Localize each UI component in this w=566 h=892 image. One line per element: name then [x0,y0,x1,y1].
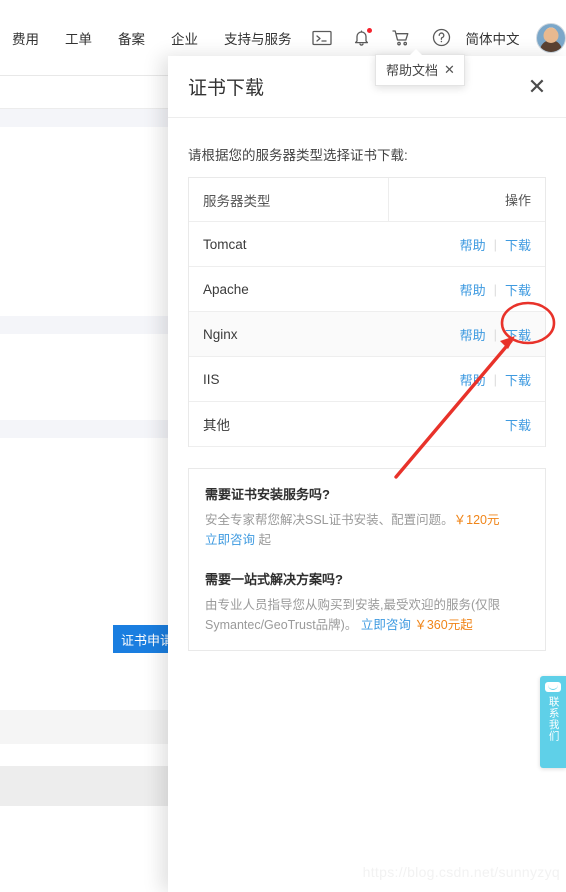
action-separator: | [493,281,497,297]
page-title: 证书下载 [188,78,265,99]
help-icon[interactable] [432,28,452,48]
cell-actions: 帮助 | 下载 [389,370,545,389]
cell-actions: 帮助 | 下载 [389,325,545,344]
cell-server-type: 其他 [203,418,230,433]
consult-now-link[interactable]: 立即咨询 [361,618,411,632]
console-icon[interactable] [311,28,332,48]
cart-icon[interactable] [392,28,412,48]
certificate-download-modal: 证书下载 ✕ 请根据您的服务器类型选择证书下载: 服务器类型 操作 Tomcat… [168,56,566,892]
contact-us-widget[interactable]: 联系我们 [540,676,566,768]
help-doc-tooltip: 帮助文档 ✕ [375,49,465,86]
cell-server-type: Apache [203,281,249,297]
download-link-nginx[interactable]: 下载 [505,325,531,344]
cell-server-type: Tomcat [203,236,247,252]
nav-item-icp[interactable]: 备案 [118,28,145,48]
table-row[interactable]: IIS 帮助 | 下载 [189,357,545,402]
chat-icon [545,682,561,692]
table-row[interactable]: Tomcat 帮助 | 下载 [189,222,545,267]
cell-actions: 帮助 | 下载 [389,235,545,254]
promo-description: 安全专家帮您解决SSL证书安装、配置问题。 [205,513,454,527]
nav-item-enterprise[interactable]: 企业 [171,28,198,48]
language-selector[interactable]: 简体中文 [466,28,520,48]
download-link[interactable]: 下载 [505,235,531,254]
column-header-action: 操作 [504,193,531,208]
promo-text: 安全专家帮您解决SSL证书安装、配置问题。￥120元 立即咨询 起 [205,510,529,551]
watermark: https://blog.csdn.net/sunnyzyq [362,864,560,880]
action-separator: | [493,326,497,342]
download-link[interactable]: 下载 [505,280,531,299]
nav-icon-group [311,27,452,48]
action-separator: | [493,371,497,387]
promo-suffix: 起 [258,533,272,548]
promo-title: 需要一站式解决方案吗? [205,571,343,587]
consult-now-link[interactable]: 立即咨询 [205,533,255,547]
app-root: 证书申请 详情 升级 部署 ⌄ | 下 费用 工单 备案 企业 支持与服务 [0,0,566,892]
promo-price: ￥360元起 [414,617,473,632]
nav-item-support[interactable]: 支持与服务 [224,28,292,48]
promo-one-stop-solution: 需要一站式解决方案吗? 由专业人员指导您从购买到安装,最受欢迎的服务(仅限Sym… [205,569,529,636]
promo-install-service: 需要证书安装服务吗? 安全专家帮您解决SSL证书安装、配置问题。￥120元 立即… [205,484,529,551]
promo-title: 需要证书安装服务吗? [205,487,330,502]
modal-header: 证书下载 ✕ [168,56,566,118]
column-header-server-type: 服务器类型 [189,178,389,221]
promo-price: ￥120元 [453,513,500,527]
help-link[interactable]: 帮助 [460,280,486,299]
table-row[interactable]: 其他 下载 [189,402,545,447]
help-link[interactable]: 帮助 [460,325,486,344]
help-link[interactable]: 帮助 [460,235,486,254]
avatar[interactable] [535,22,566,53]
bell-icon[interactable] [352,27,372,48]
instruction-text: 请根据您的服务器类型选择证书下载: [188,148,408,163]
close-icon[interactable]: ✕ [522,72,552,102]
cell-server-type: IIS [203,371,220,387]
promo-text: 由专业人员指导您从购买到安装,最受欢迎的服务(仅限Symantec/GeoTru… [205,595,529,636]
download-link[interactable]: 下载 [505,415,531,434]
action-separator: | [493,236,497,252]
table-row[interactable]: Apache 帮助 | 下载 [189,267,545,312]
server-type-table: 服务器类型 操作 Tomcat 帮助 | 下载 Apache 帮助 | 下载 N… [188,177,546,447]
nav-item-tickets[interactable]: 工单 [65,28,92,48]
tooltip-close-icon[interactable]: ✕ [444,63,455,76]
nav-item-fees[interactable]: 费用 [12,28,39,48]
promo-panel: 需要证书安装服务吗? 安全专家帮您解决SSL证书安装、配置问题。￥120元 立即… [188,468,546,651]
cell-actions: 帮助 | 下载 [389,280,545,299]
help-link[interactable]: 帮助 [460,370,486,389]
notification-dot [366,27,372,33]
table-header-row: 服务器类型 操作 [189,178,545,222]
nav-menu: 费用 工单 备案 企业 支持与服务 [0,28,292,48]
tooltip-label: 帮助文档 [386,63,439,78]
download-link[interactable]: 下载 [505,370,531,389]
cell-server-type: Nginx [203,326,238,342]
contact-us-label: 联系我们 [547,696,560,742]
cell-actions: 下载 [389,415,545,434]
modal-body: 请根据您的服务器类型选择证书下载: 服务器类型 操作 Tomcat 帮助 | 下… [168,118,566,651]
table-row[interactable]: Nginx 帮助 | 下载 [189,312,545,357]
